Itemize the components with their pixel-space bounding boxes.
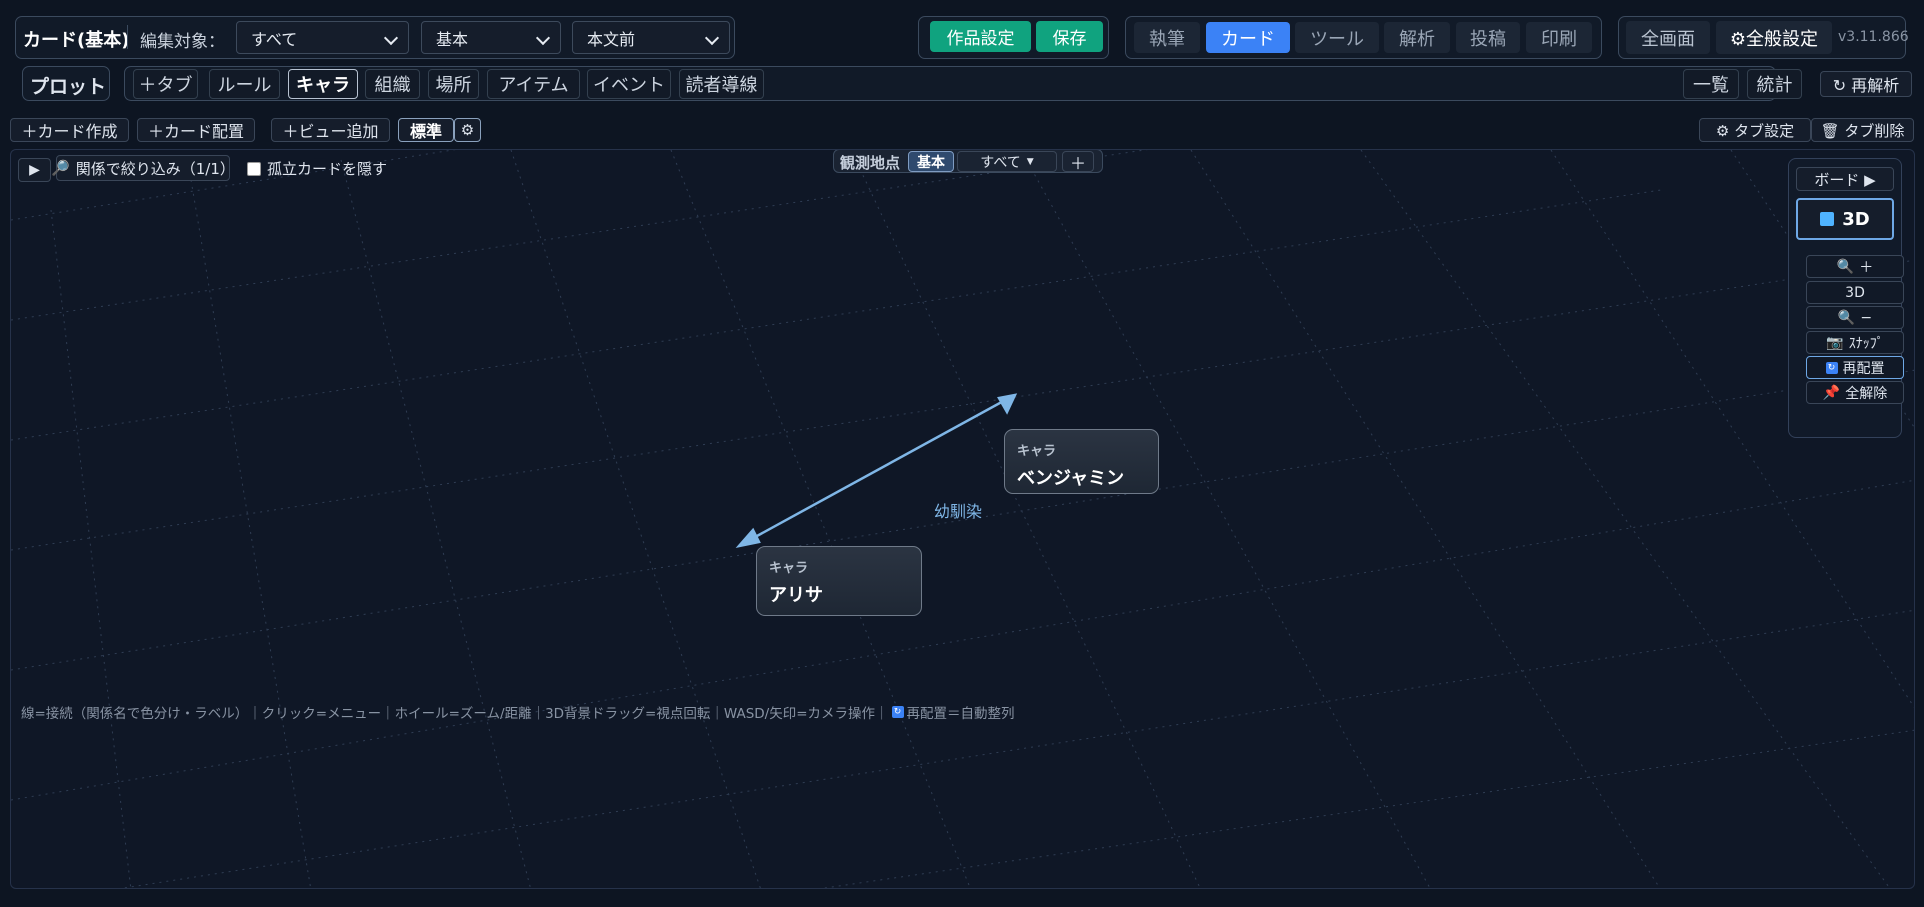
- list-button[interactable]: 一覧: [1683, 69, 1739, 99]
- save-button[interactable]: 保存: [1036, 21, 1103, 52]
- zoom-in-button[interactable]: 🔍 ＋: [1806, 255, 1904, 278]
- mode-tab[interactable]: 投稿: [1456, 22, 1520, 53]
- refresh-icon: ↻: [891, 706, 904, 718]
- play-icon[interactable]: ▶: [18, 158, 51, 182]
- usage-hint-rearrange: 再配置＝自動整列: [906, 706, 1015, 722]
- category-tab[interactable]: 場所: [428, 69, 479, 99]
- view-select-value: 基本: [436, 29, 469, 49]
- position-select[interactable]: 本文前: [572, 21, 730, 54]
- card-kind: キャラ: [769, 561, 809, 576]
- rearrange-button[interactable]: ↻ 再配置: [1806, 356, 1904, 379]
- category-tab[interactable]: イベント: [587, 69, 671, 99]
- mode-tab[interactable]: カード: [1206, 22, 1290, 53]
- magnifier-icon: 🔍: [1836, 258, 1855, 275]
- three-d-label-button[interactable]: 3D: [1806, 281, 1904, 304]
- gear-icon[interactable]: ⚙: [454, 118, 481, 142]
- category-tab[interactable]: 読者導線: [679, 69, 764, 99]
- add-tab-button[interactable]: ＋タブ: [133, 69, 198, 99]
- graph-canvas[interactable]: ▶ 🔎 関係で絞り込み（1/1） 孤立カードを隠す 観測地点 基本 すべて ▼ …: [10, 149, 1915, 889]
- card-name: アリサ: [769, 585, 823, 606]
- version-label: v3.11.866: [1838, 29, 1909, 45]
- card-name: ベンジャミン: [1017, 468, 1125, 489]
- mode-tab[interactable]: 執筆: [1134, 22, 1200, 53]
- snapshot-label: ｽﾅｯﾌﾟ: [1848, 335, 1884, 352]
- scope-select-value: すべて: [251, 29, 298, 49]
- caret-down-icon: ▼: [1026, 156, 1034, 167]
- hide-isolated-toggle[interactable]: 孤立カードを隠す: [247, 158, 387, 179]
- edit-target-label: 編集対象：: [140, 32, 225, 52]
- view-standard-button[interactable]: 標準: [398, 118, 454, 142]
- usage-hint: 線=接続（関係名で色分け・ラベル）｜クリック=メニュー｜ホイール=ズーム/距離｜…: [21, 702, 1015, 722]
- chevron-down-icon: [383, 30, 399, 46]
- zoom-out-button[interactable]: 🔍 −: [1806, 306, 1904, 329]
- chevron-down-icon: [535, 30, 551, 46]
- add-view-button[interactable]: ＋ビュー追加: [271, 118, 390, 142]
- observation-add-button[interactable]: ＋: [1062, 151, 1094, 173]
- category-tab[interactable]: キャラ: [288, 69, 358, 99]
- page-title: カード(基本): [23, 30, 130, 51]
- chevron-down-icon: [704, 30, 720, 46]
- relation-filter-label: 関係で絞り込み（1/1）: [75, 159, 235, 178]
- cube-icon: [1820, 212, 1835, 226]
- mode-tab[interactable]: ツール: [1295, 22, 1379, 53]
- three-d-toggle-label: 3D: [1842, 208, 1870, 230]
- hide-isolated-checkbox[interactable]: [247, 161, 261, 176]
- tab-delete-button[interactable]: 🗑 タブ削除: [1811, 118, 1914, 142]
- board-button[interactable]: ボード ▶: [1796, 167, 1894, 191]
- card-kind: キャラ: [1017, 444, 1057, 459]
- character-card[interactable]: キャラ アリサ: [756, 546, 922, 616]
- place-card-button[interactable]: ＋カード配置: [137, 118, 255, 142]
- zoom-in-label: ＋: [1859, 259, 1874, 276]
- observation-label: 観測地点: [840, 154, 901, 172]
- clear-all-button[interactable]: 📌 全解除: [1806, 381, 1904, 404]
- rearrange-label: 再配置: [1842, 360, 1885, 377]
- observation-all-select[interactable]: すべて ▼: [957, 151, 1057, 172]
- magnifier-icon: 🔍: [1837, 309, 1856, 326]
- hide-isolated-label: 孤立カードを隠す: [267, 160, 388, 178]
- category-tab[interactable]: ルール: [209, 69, 280, 99]
- reanalyze-button[interactable]: ↻ 再解析: [1820, 71, 1912, 97]
- usage-hint-text: 線=接続（関係名で色分け・ラベル）｜クリック=メニュー｜ホイール=ズーム/距離｜…: [21, 706, 889, 722]
- stats-button[interactable]: 統計: [1747, 69, 1802, 99]
- three-d-toggle-button[interactable]: 3D: [1796, 198, 1894, 240]
- category-tab[interactable]: 組織: [365, 69, 420, 99]
- snapshot-button[interactable]: 📷 ｽﾅｯﾌﾟ: [1806, 331, 1904, 354]
- search-icon: 🔎: [51, 159, 70, 177]
- tab-settings-button[interactable]: ⚙ タブ設定: [1699, 118, 1811, 142]
- zoom-out-label: −: [1860, 309, 1873, 326]
- category-tab[interactable]: アイテム: [487, 69, 580, 99]
- pin-icon: 📌: [1822, 384, 1841, 401]
- position-select-value: 本文前: [587, 29, 636, 49]
- character-card[interactable]: キャラ ベンジャミン: [1004, 429, 1159, 494]
- view-select[interactable]: 基本: [421, 21, 561, 54]
- refresh-icon: ↻: [1825, 361, 1838, 374]
- mode-tab[interactable]: 解析: [1384, 22, 1450, 53]
- scope-select[interactable]: すべて: [236, 21, 409, 54]
- create-card-button[interactable]: ＋カード作成: [10, 118, 129, 142]
- fullscreen-button[interactable]: 全画面: [1626, 21, 1710, 54]
- relation-filter-button[interactable]: 🔎 関係で絞り込み（1/1）: [51, 155, 235, 181]
- divider: [127, 25, 128, 49]
- mode-tab[interactable]: 印刷: [1526, 22, 1592, 53]
- relation-edge[interactable]: [735, 393, 1018, 548]
- observation-all-value: すべて: [980, 154, 1021, 171]
- clear-all-label: 全解除: [1845, 385, 1888, 402]
- edge-label[interactable]: 幼馴染: [934, 498, 982, 522]
- work-settings-button[interactable]: 作品設定: [930, 21, 1031, 52]
- camera-icon: 📷: [1826, 334, 1844, 351]
- observation-base-button[interactable]: 基本: [908, 151, 954, 172]
- general-settings-button[interactable]: ⚙全般設定: [1716, 21, 1832, 54]
- tab-plot[interactable]: プロット: [30, 72, 106, 99]
